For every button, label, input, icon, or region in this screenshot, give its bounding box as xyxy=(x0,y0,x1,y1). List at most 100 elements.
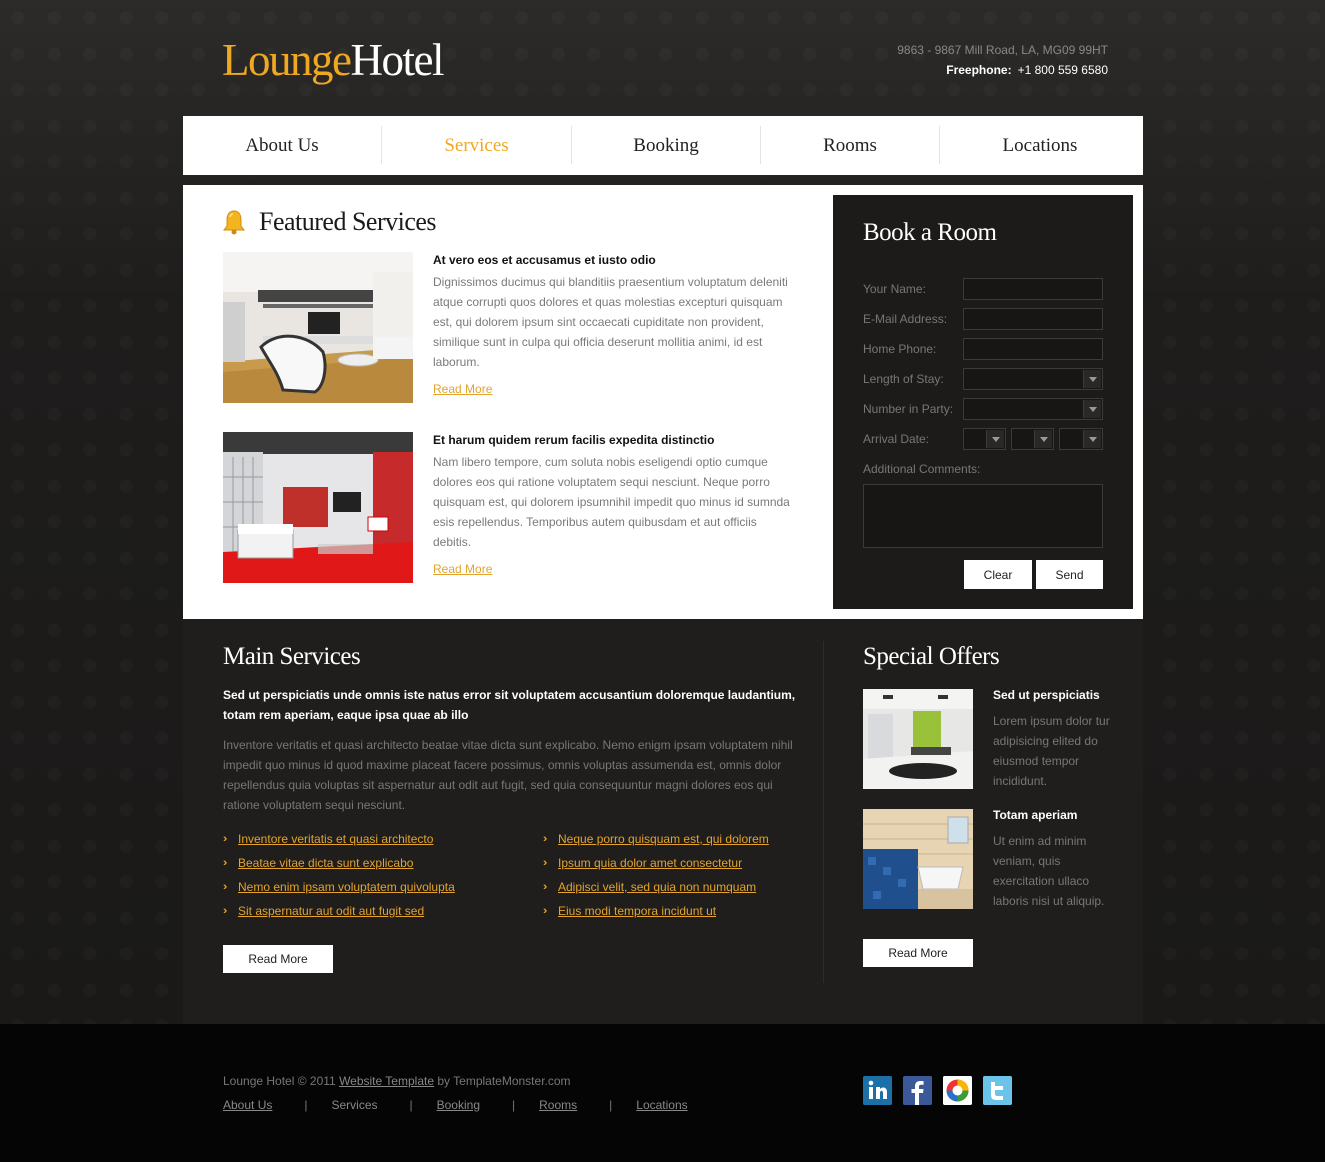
clear-button[interactable]: Clear xyxy=(964,560,1032,589)
stay-row: Length of Stay: xyxy=(863,368,1103,392)
arrival-label: Arrival Date: xyxy=(863,432,930,446)
phone-number: +1 800 559 6580 xyxy=(1017,63,1108,77)
special-offers-read-more-button[interactable]: Read More xyxy=(863,939,973,967)
party-select[interactable] xyxy=(963,398,1103,420)
footer: Lounge Hotel © 2011 Website Template by … xyxy=(0,1024,1325,1162)
linkedin-icon[interactable] xyxy=(863,1076,892,1105)
footer-link-rooms[interactable]: Rooms xyxy=(539,1098,577,1112)
stay-label: Length of Stay: xyxy=(863,372,944,386)
contact-info: 9863 - 9867 Mill Road, LA, MG09 99HT Fre… xyxy=(897,40,1108,80)
party-row: Number in Party: xyxy=(863,398,1103,422)
footer-separator: | xyxy=(512,1098,516,1112)
copyright-suffix: by TemplateMonster.com xyxy=(437,1074,571,1088)
chevron-down-icon xyxy=(1083,400,1101,418)
offer-heading: Totam aperiam xyxy=(993,808,1078,822)
offer-item: Sed ut perspiciatis Lorem ipsum dolor tu… xyxy=(863,689,1113,789)
footer-link-locations[interactable]: Locations xyxy=(636,1098,687,1112)
phone-row: Home Phone: xyxy=(863,338,1103,362)
twitter-icon[interactable] xyxy=(983,1076,1012,1105)
main-nav: About Us Services Booking Rooms Location… xyxy=(183,116,1143,175)
list-item: ›› Ipsum quia dolor amet consectetur xyxy=(543,851,769,875)
comments-label: Additional Comments: xyxy=(863,462,981,476)
list-item: ›› Sit aspernatur aut odit aut fugit sed xyxy=(223,899,455,923)
send-button[interactable]: Send xyxy=(1036,560,1103,589)
website-template-link[interactable]: Website Template xyxy=(339,1074,434,1088)
footer-link-about-us[interactable]: About Us xyxy=(223,1098,272,1112)
list-item: ›› Beatae vitae dicta sunt explicabo xyxy=(223,851,455,875)
featured-item-text: At vero eos et accusamus et iusto odio D… xyxy=(433,252,793,396)
offer-heading: Sed ut perspiciatis xyxy=(993,688,1100,702)
picasa-icon[interactable] xyxy=(943,1076,972,1105)
list-item: ›› Neque porro quisquam est, qui dolorem xyxy=(543,827,769,851)
service-link[interactable]: Beatae vitae dicta sunt explicabo xyxy=(238,856,413,870)
nav-booking[interactable]: Booking xyxy=(572,116,760,175)
logo-part1: Lounge xyxy=(222,35,352,85)
featured-item-heading: At vero eos et accusamus et iusto odio xyxy=(433,253,656,267)
chevron-right-icon: ›› xyxy=(543,881,547,893)
service-link[interactable]: Ipsum quia dolor amet consectetur xyxy=(558,856,742,870)
phone-label: Freephone: xyxy=(946,63,1012,77)
service-link[interactable]: Sit aspernatur aut odit aut fugit sed xyxy=(238,904,424,918)
name-input[interactable] xyxy=(963,278,1103,300)
read-more-link[interactable]: Read More xyxy=(433,382,492,396)
footer-nav: About Us | Services | Booking | Rooms | … xyxy=(223,1098,688,1112)
main-services-title: Main Services xyxy=(223,643,361,670)
featured-panel: Featured Services At vero eos et accusam… xyxy=(183,185,1143,619)
nav-about-us[interactable]: About Us xyxy=(183,116,381,175)
name-row: Your Name: xyxy=(863,278,1103,302)
logo[interactable]: LoungeHotel xyxy=(222,34,444,86)
main-services-lead: Sed ut perspiciatis unde omnis iste natu… xyxy=(223,688,796,722)
chevron-right-icon: ›› xyxy=(223,905,227,917)
offer-text: Totam aperiam Ut enim ad minim veniam, q… xyxy=(993,809,1118,911)
services-links-left: ›› Inventore veritatis et quasi architect… xyxy=(223,827,455,923)
stay-select[interactable] xyxy=(963,368,1103,390)
chevron-down-icon xyxy=(986,430,1004,448)
offer-body: Lorem ipsum dolor tur adipisicing elited… xyxy=(993,714,1110,788)
featured-item: Et harum quidem rerum facilis expedita d… xyxy=(223,432,793,584)
lower-section: Main Services Sed ut perspiciatis unde o… xyxy=(183,619,1143,1024)
email-input[interactable] xyxy=(963,308,1103,330)
nav-services[interactable]: Services xyxy=(382,116,571,175)
comments-textarea[interactable] xyxy=(863,484,1103,548)
arrival-day-select[interactable] xyxy=(963,428,1006,450)
nav-locations[interactable]: Locations xyxy=(940,116,1140,175)
list-item: ›› Nemo enim ipsam voluptatem quivolupta xyxy=(223,875,455,899)
chevron-down-icon xyxy=(1083,370,1101,388)
offer-image-lounge[interactable] xyxy=(863,689,973,789)
arrival-year-select[interactable] xyxy=(1059,428,1103,450)
arrival-month-select[interactable] xyxy=(1011,428,1054,450)
footer-separator: | xyxy=(304,1098,308,1112)
footer-link-services[interactable]: Services xyxy=(331,1098,377,1112)
service-link[interactable]: Eius modi tempora incidunt ut xyxy=(558,904,716,918)
room-image-red[interactable] xyxy=(223,432,413,583)
room-image-living[interactable] xyxy=(223,252,413,403)
social-links xyxy=(863,1076,1012,1105)
featured-item-text: Et harum quidem rerum facilis expedita d… xyxy=(433,432,793,576)
service-link[interactable]: Nemo enim ipsam voluptatem quivolupta xyxy=(238,880,455,894)
offer-image-bathroom[interactable] xyxy=(863,809,973,909)
column-divider xyxy=(823,641,824,983)
phone-label: Home Phone: xyxy=(863,342,937,356)
facebook-icon[interactable] xyxy=(903,1076,932,1105)
chevron-right-icon: ›› xyxy=(543,857,547,869)
service-link[interactable]: Inventore veritatis et quasi architecto xyxy=(238,832,433,846)
chevron-right-icon: ›› xyxy=(223,881,227,893)
phone-input[interactable] xyxy=(963,338,1103,360)
list-item: ›› Adipisci velit, sed quia non numquam xyxy=(543,875,769,899)
service-link[interactable]: Neque porro quisquam est, qui dolorem xyxy=(558,832,769,846)
footer-link-booking[interactable]: Booking xyxy=(437,1098,480,1112)
chevron-right-icon: ›› xyxy=(543,833,547,845)
email-label: E-Mail Address: xyxy=(863,312,948,326)
booking-title: Book a Room xyxy=(863,219,997,246)
read-more-link[interactable]: Read More xyxy=(433,562,492,576)
services-links-right: ›› Neque porro quisquam est, qui dolorem … xyxy=(543,827,769,923)
main-services-read-more-button[interactable]: Read More xyxy=(223,945,333,973)
service-link[interactable]: Adipisci velit, sed quia non numquam xyxy=(558,880,756,894)
featured-title: Featured Services xyxy=(259,207,437,236)
featured-header: Featured Services xyxy=(223,207,437,237)
chevron-right-icon: ›› xyxy=(223,857,227,869)
email-row: E-Mail Address: xyxy=(863,308,1103,332)
arrival-row: Arrival Date: xyxy=(863,428,1103,452)
featured-item-body: Nam libero tempore, cum soluta nobis ese… xyxy=(433,455,790,549)
nav-rooms[interactable]: Rooms xyxy=(761,116,939,175)
